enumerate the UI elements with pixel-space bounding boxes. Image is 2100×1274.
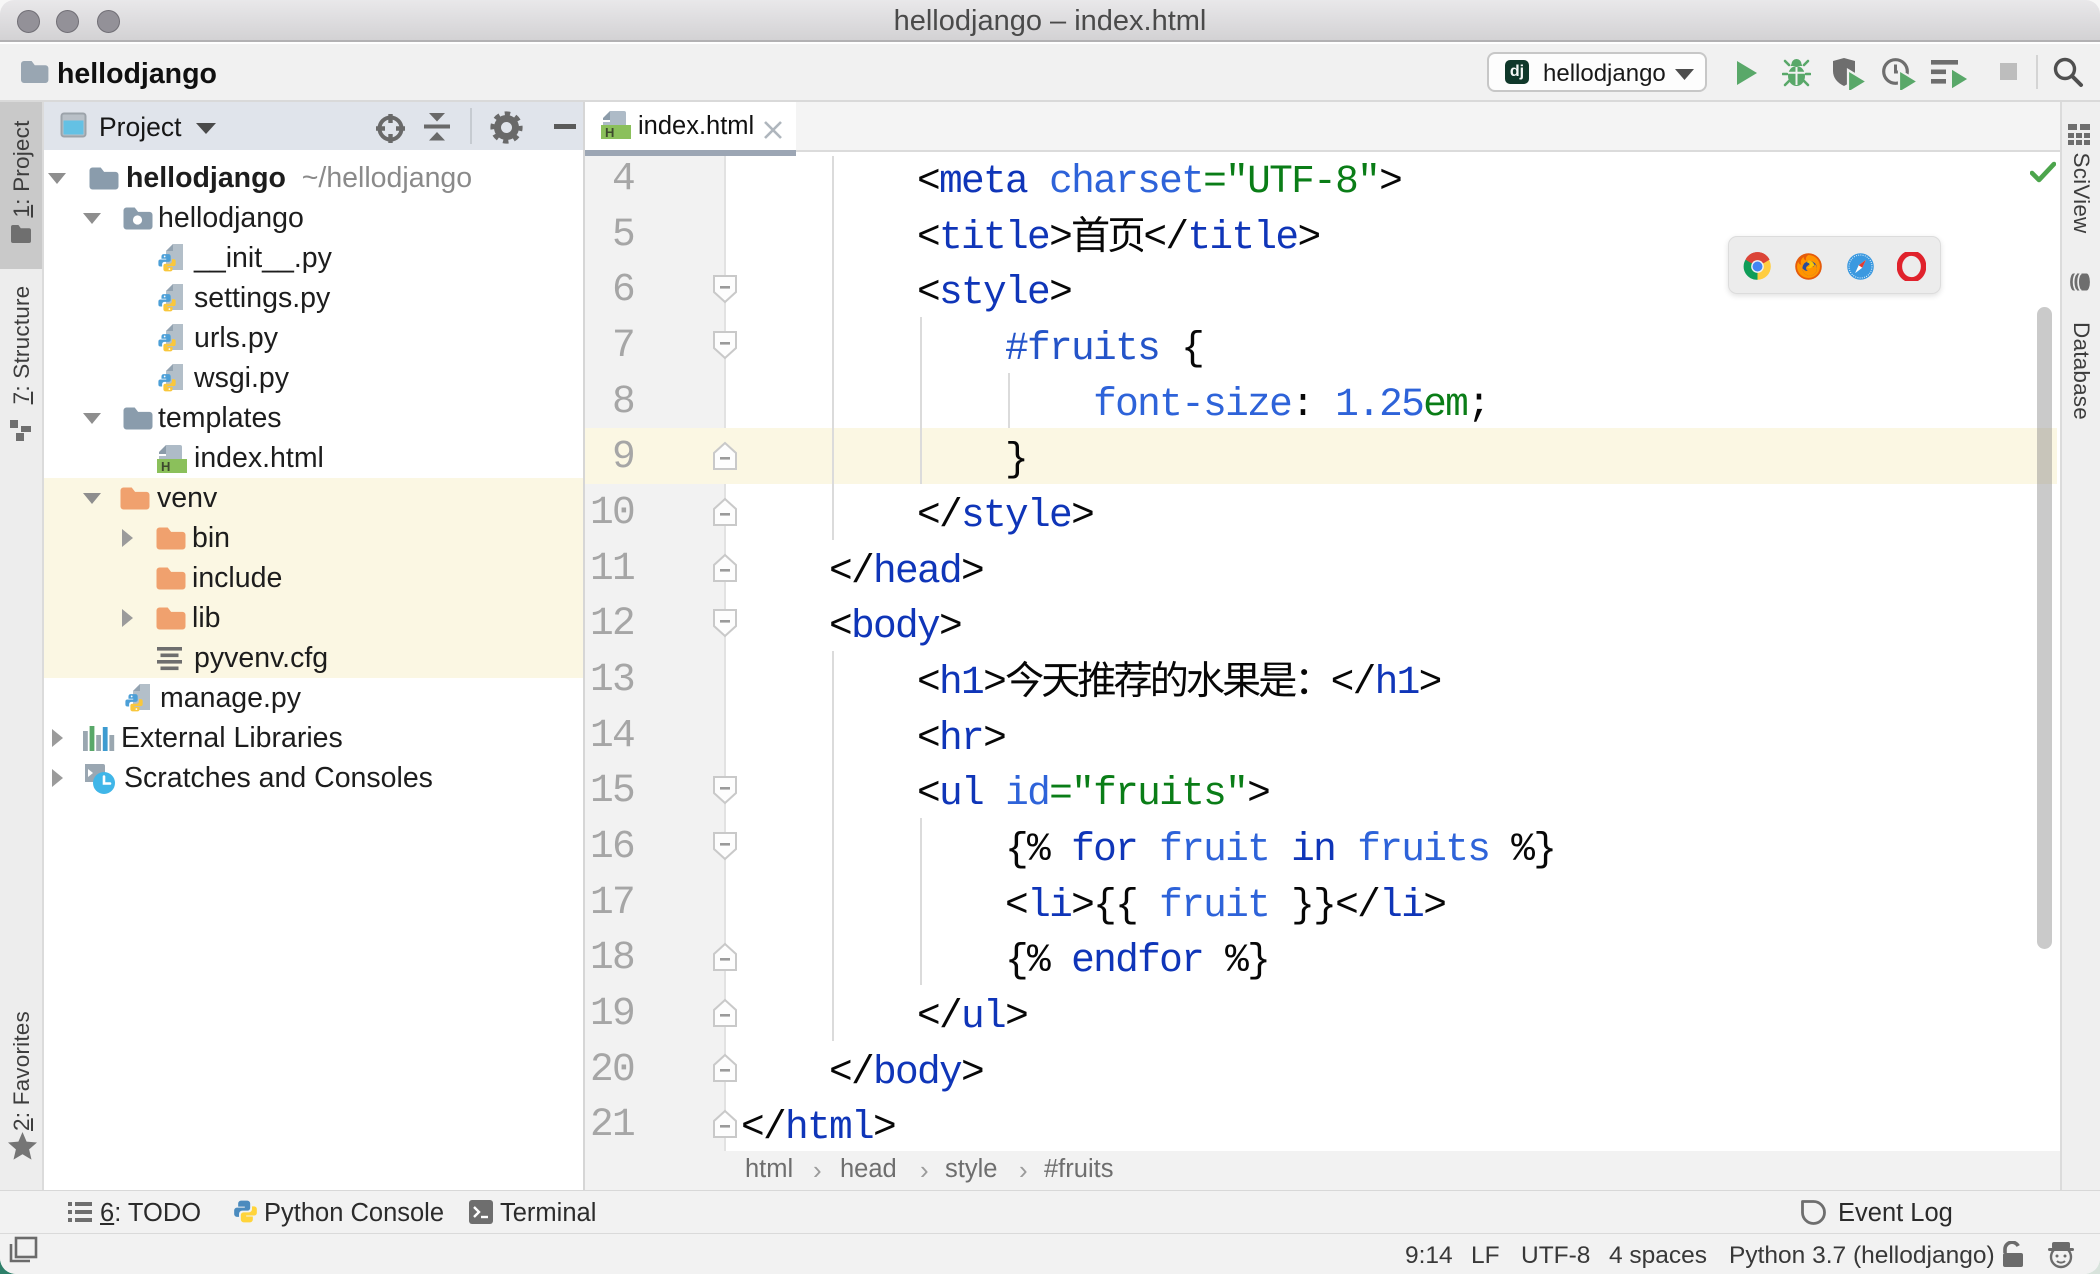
svg-text:H: H bbox=[161, 459, 170, 474]
svg-text:H: H bbox=[605, 125, 614, 140]
